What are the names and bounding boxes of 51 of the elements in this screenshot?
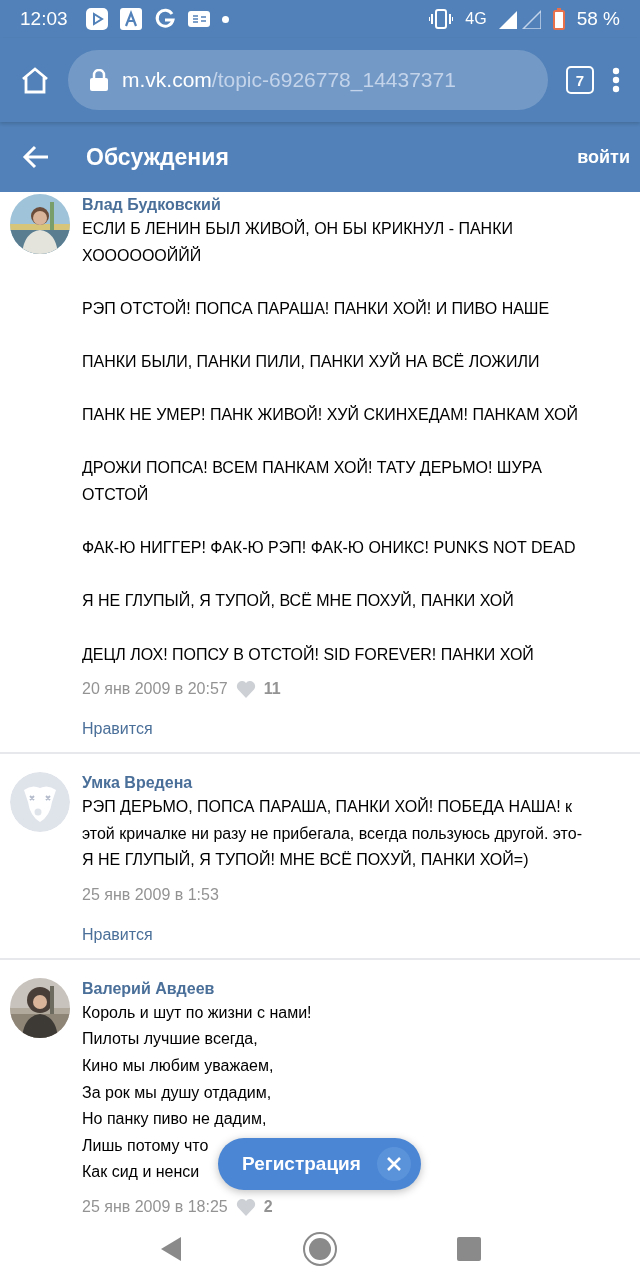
network-label: 4G bbox=[465, 10, 487, 28]
like-count: 2 bbox=[263, 1198, 273, 1217]
comment-line: Пилоты лучшие всегда, bbox=[82, 1029, 258, 1050]
post-date: 25 янв 2009 в 18:25 bbox=[82, 1198, 228, 1217]
comment-line: Лишь потому что bbox=[82, 1135, 209, 1156]
menu-icon[interactable] bbox=[612, 67, 620, 93]
vibrate-icon bbox=[429, 9, 454, 29]
comment-text: РЭП ДЕРЬМО, ПОПСА ПАРАША, ПАНКИ ХОЙ! ПОБЕДА НАША! к этой кричалке ни разу не прибегала, всегда пользуюсь другой. это- Я НЕ ГЛУПЫЙ, Я ТУПОЙ! МНЕ ВСЁ ПОХУЙ, ПАНКИ ХОЙ=) bbox=[82, 796, 583, 871]
comment-text: ДРОЖИ ПОПСА! ВСЕМ ПАНКАМ ХОЙ! ТАТУ ДЕРЬМО! ШУРА ОТСТОЙ bbox=[82, 457, 543, 505]
author-name[interactable]: Умка Вредена bbox=[82, 772, 640, 795]
comment-line: Кино мы любим уважаем, bbox=[82, 1056, 274, 1077]
post-date: 20 янв 2009 в 20:57 bbox=[82, 680, 228, 699]
comment-text: ПАНКИ БЫЛИ, ПАНКИ ПИЛИ, ПАНКИ ХУЙ НА ВСЁ ЛОЖИЛИ bbox=[82, 351, 540, 372]
home-icon[interactable] bbox=[20, 66, 50, 94]
address-bar[interactable]: m.vk.com/topic-6926778_14437371 bbox=[68, 50, 548, 110]
comment-text: Я НЕ ГЛУПЫЙ, Я ТУПОЙ, ВСЁ МНЕ ПОХУЙ, ПАНКИ ХОЙ bbox=[82, 590, 514, 612]
comment-line: Но панку пиво не дадим, bbox=[82, 1109, 267, 1130]
comment-text: ФАК-Ю НИГГЕР! ФАК-Ю РЭП! ФАК-Ю ОНИКС! PUNKS NOT DEAD bbox=[82, 538, 576, 559]
dog-avatar-icon bbox=[10, 772, 70, 833]
like-link[interactable]: Нравится bbox=[82, 720, 153, 739]
comment-text: РЭП ОТСТОЙ! ПОПСА ПАРАША! ПАНКИ ХОЙ! И ПИВО НАШЕ bbox=[82, 298, 550, 319]
signal-icon bbox=[498, 9, 541, 29]
author-name[interactable]: Влад Будковский bbox=[82, 194, 640, 216]
recents-icon[interactable] bbox=[456, 1237, 481, 1261]
like-count: 11 bbox=[263, 680, 281, 699]
comment-line: За рок мы душу отдадим, bbox=[82, 1082, 272, 1103]
lock-icon bbox=[90, 69, 108, 91]
play-store-icon bbox=[85, 8, 108, 30]
comment-text: ДЕЦЛ ЛОХ! ПОПСУ В ОТСТОЙ! SID FOREVER! ПАНКИ ХОЙ bbox=[82, 644, 534, 665]
comment-line: Король и шут по жизни с нами! bbox=[82, 1002, 312, 1023]
like-link[interactable]: Нравится bbox=[82, 925, 153, 944]
login-link[interactable]: войти bbox=[577, 146, 630, 168]
page-title: Обсуждения bbox=[86, 143, 230, 171]
back-icon[interactable] bbox=[159, 1236, 184, 1262]
register-button[interactable]: Регистрация bbox=[218, 1138, 421, 1190]
comment-text: ПАНК НЕ УМЕР! ПАНК ЖИВОЙ! ХУЙ СКИНХЕДАМ! ПАНКАМ ХОЙ bbox=[82, 404, 578, 426]
app-icon bbox=[119, 8, 142, 30]
home-button-icon[interactable] bbox=[302, 1231, 338, 1267]
post-date: 25 янв 2009 в 1:53 bbox=[82, 885, 219, 904]
comment-line: Как сид и ненси bbox=[82, 1162, 200, 1183]
clock: 12:03 bbox=[20, 8, 68, 30]
news-icon bbox=[187, 11, 210, 27]
tab-count-button[interactable]: 7 bbox=[566, 66, 594, 94]
battery-icon bbox=[552, 8, 565, 30]
dot-icon bbox=[221, 15, 229, 23]
comment-text: ЕСЛИ Б ЛЕНИН БЫЛ ЖИВОЙ, ОН БЫ КРИКНУЛ - ПАНКИ ХООООООЙЙЙ bbox=[82, 218, 514, 266]
close-icon[interactable] bbox=[376, 1147, 411, 1181]
author-name[interactable]: Валерий Авдеев bbox=[82, 977, 640, 1000]
battery-label: 58 % bbox=[576, 8, 620, 30]
google-icon bbox=[153, 8, 176, 30]
back-arrow-icon[interactable] bbox=[22, 145, 50, 169]
